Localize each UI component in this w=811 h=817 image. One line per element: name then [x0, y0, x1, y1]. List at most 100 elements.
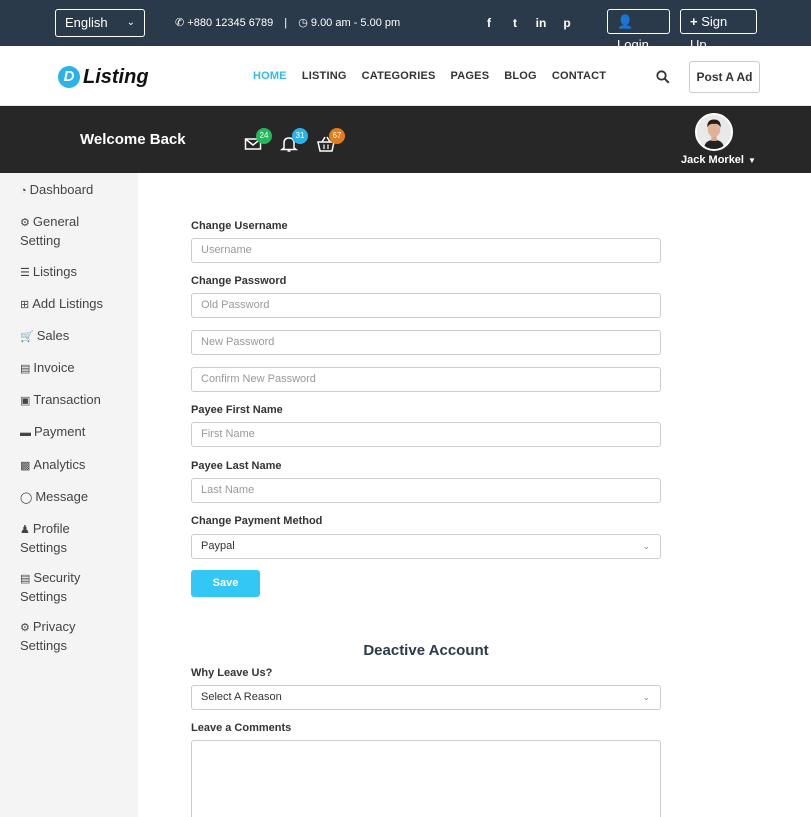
- nav-links: HOME LISTING CATEGORIES PAGES BLOG CONTA…: [253, 46, 606, 106]
- username-placeholder: Username: [201, 244, 252, 256]
- deactivate-title: Deactive Account: [363, 642, 489, 659]
- linkedin-icon[interactable]: in: [534, 16, 548, 30]
- sidebar-item-label: Message: [35, 489, 89, 504]
- sidebar-item-dashboard[interactable]: ◔ Dashboard: [20, 181, 120, 200]
- password-label: Change Password: [191, 275, 287, 287]
- avatar[interactable]: [695, 113, 733, 151]
- sidebar-item-label: Transaction: [33, 392, 101, 407]
- cart-icon: 🛒: [20, 331, 34, 343]
- sidebar-item-general-setting[interactable]: ⚙ General Setting: [20, 213, 90, 249]
- save-button[interactable]: Save: [191, 570, 260, 597]
- sidebar-item-payment[interactable]: ▬ Payment: [20, 423, 120, 442]
- user-icon: 👤: [617, 14, 634, 29]
- login-button[interactable]: 👤 Login: [607, 9, 670, 52]
- notifications-badge: 31: [292, 128, 308, 144]
- sidebar-item-profile-settings[interactable]: ♟ Profile Settings: [20, 520, 85, 556]
- search-icon[interactable]: [656, 70, 670, 84]
- last-name-input[interactable]: Last Name: [191, 478, 661, 503]
- sidebar-item-label: Dashboard: [29, 182, 94, 197]
- payment-method-select[interactable]: Paypal ⌄: [191, 534, 661, 559]
- reason-value: Select A Reason: [201, 691, 282, 703]
- money-icon: ▣: [20, 395, 31, 407]
- comments-textarea[interactable]: [191, 740, 661, 817]
- signup-button[interactable]: + Sign Up: [680, 9, 757, 52]
- nav-contact[interactable]: CONTACT: [552, 70, 606, 82]
- user-name: Jack Morkel: [681, 154, 744, 166]
- post-ad-button[interactable]: Post A Ad: [689, 61, 760, 93]
- caret-down-icon: ▼: [747, 156, 756, 165]
- first-name-label: Payee First Name: [191, 404, 283, 416]
- lock-icon: ▤: [20, 573, 31, 585]
- separator: |: [284, 17, 288, 29]
- nav-pages[interactable]: PAGES: [451, 70, 490, 82]
- new-password-placeholder: New Password: [201, 336, 275, 348]
- nav-categories[interactable]: CATEGORIES: [362, 70, 436, 82]
- sidebar-item-label: Listings: [32, 264, 77, 279]
- payment-method-label: Change Payment Method: [191, 515, 323, 527]
- reason-label: Why Leave Us?: [191, 667, 273, 679]
- chevron-down-icon: ⌄: [642, 541, 650, 551]
- language-select[interactable]: English ⌄: [55, 9, 145, 37]
- logo-mark: D: [58, 66, 80, 88]
- comment-icon: ◯: [20, 492, 33, 504]
- old-password-input[interactable]: Old Password: [191, 293, 661, 318]
- confirm-password-placeholder: Confirm New Password: [201, 373, 316, 385]
- sidebar-item-label: Payment: [34, 424, 86, 439]
- phone-number: +880 12345 6789: [187, 17, 274, 29]
- messages-badge: 24: [256, 128, 272, 144]
- twitter-icon[interactable]: t: [508, 16, 522, 30]
- first-name-placeholder: First Name: [201, 428, 255, 440]
- reason-select[interactable]: Select A Reason ⌄: [191, 685, 661, 710]
- logo-text: Listing: [83, 65, 149, 88]
- contact-info: ✆ +880 12345 6789 | ◷ 9.00 am - 5.00 pm: [175, 0, 400, 46]
- sidebar-item-transaction[interactable]: ▣ Transaction: [20, 391, 120, 410]
- site-logo[interactable]: D Listing: [58, 64, 149, 90]
- nav-listing[interactable]: LISTING: [302, 70, 347, 82]
- cart-badge: 67: [329, 128, 345, 144]
- plus-icon: +: [690, 14, 698, 29]
- sidebar-item-listings[interactable]: ☰ Listings: [20, 263, 120, 282]
- last-name-placeholder: Last Name: [201, 484, 255, 496]
- dashboard-icon: ◔: [20, 185, 27, 197]
- confirm-password-input[interactable]: Confirm New Password: [191, 367, 661, 392]
- sidebar-item-security-settings[interactable]: ▤ Security Settings: [20, 569, 90, 605]
- plus-square-icon: ⊞: [20, 299, 30, 311]
- bar-chart-icon: ▩: [20, 460, 31, 472]
- sidebar-item-invoice[interactable]: ▤ Invoice: [20, 359, 120, 378]
- old-password-placeholder: Old Password: [201, 299, 270, 311]
- language-value: English: [65, 15, 108, 30]
- user-menu[interactable]: Jack Morkel ▼: [681, 154, 756, 166]
- payment-method-value: Paypal: [201, 540, 235, 552]
- chevron-down-icon: ⌄: [642, 692, 650, 702]
- welcome-text: Welcome Back: [80, 131, 186, 148]
- gear-icon: ⚙: [20, 217, 30, 229]
- comments-label: Leave a Comments: [191, 722, 292, 734]
- username-label: Change Username: [191, 220, 288, 232]
- nav-blog[interactable]: BLOG: [504, 70, 537, 82]
- gear-icon: ⚙: [20, 622, 30, 634]
- last-name-label: Payee Last Name: [191, 460, 282, 472]
- file-icon: ▤: [20, 363, 31, 375]
- sidebar-item-label: Invoice: [33, 360, 75, 375]
- sidebar-item-label: Sales: [36, 328, 70, 343]
- sidebar-item-label: Analytics: [33, 457, 86, 472]
- sidebar-item-analytics[interactable]: ▩ Analytics: [20, 456, 120, 475]
- pinterest-icon[interactable]: p: [560, 16, 574, 30]
- first-name-input[interactable]: First Name: [191, 422, 661, 447]
- nav-home[interactable]: HOME: [253, 70, 287, 82]
- username-input[interactable]: Username: [191, 238, 661, 263]
- credit-card-icon: ▬: [20, 427, 31, 439]
- sidebar-item-message[interactable]: ◯ Message: [20, 488, 120, 507]
- sidebar-item-sales[interactable]: 🛒 Sales: [20, 327, 120, 346]
- sidebar-item-add-listings[interactable]: ⊞ Add Listings: [20, 295, 135, 314]
- top-bar: English ⌄ ✆ +880 12345 6789 | ◷ 9.00 am …: [0, 0, 811, 52]
- user-icon: ♟: [20, 524, 30, 536]
- facebook-icon[interactable]: f: [482, 16, 496, 30]
- new-password-input[interactable]: New Password: [191, 330, 661, 355]
- main-navbar: D Listing HOME LISTING CATEGORIES PAGES …: [0, 46, 811, 106]
- clock-icon: ◷: [298, 17, 308, 29]
- sidebar-item-label: Add Listings: [32, 296, 104, 311]
- sidebar-item-privacy-settings[interactable]: ⚙ Privacy Settings: [20, 618, 85, 654]
- social-links: f t in p: [482, 0, 574, 46]
- phone-icon: ✆: [175, 17, 185, 29]
